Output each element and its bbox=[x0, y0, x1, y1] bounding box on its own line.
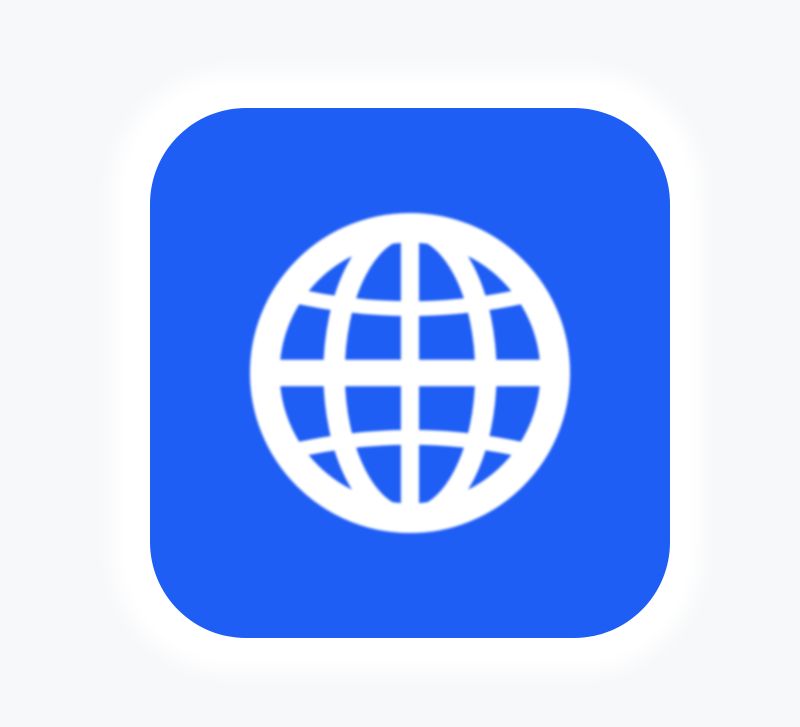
globe-icon bbox=[249, 212, 571, 534]
icon-canvas bbox=[0, 0, 800, 727]
globe-app-icon[interactable] bbox=[150, 108, 670, 638]
